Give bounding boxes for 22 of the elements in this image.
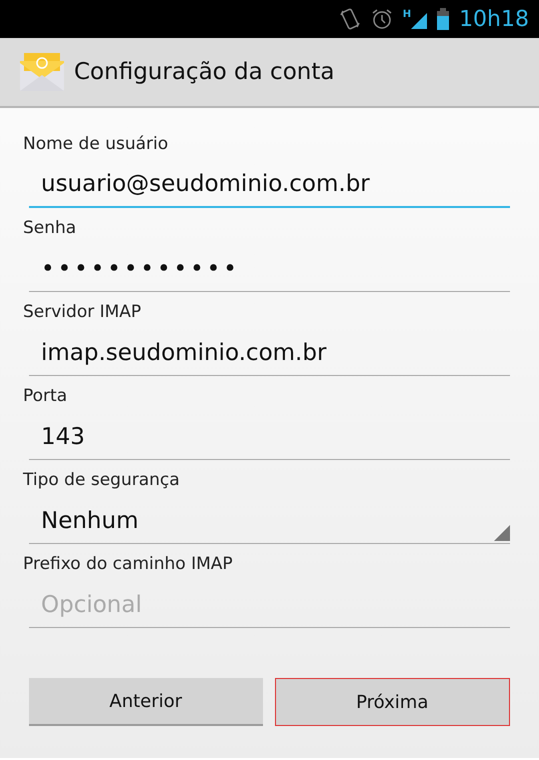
input-field[interactable]: usuario@seudominio.com.br bbox=[29, 162, 510, 208]
field-label: Senha bbox=[23, 218, 78, 240]
field-label: Servidor IMAP bbox=[23, 302, 142, 324]
vibrate-icon bbox=[338, 7, 361, 31]
input-field[interactable]: •••••••••••• bbox=[29, 246, 510, 292]
dropdown[interactable]: Nenhum bbox=[29, 498, 510, 544]
placeholder-text: Opcional bbox=[41, 592, 142, 618]
dropdown-corner-icon bbox=[494, 525, 510, 541]
field-label: Nome de usuário bbox=[23, 134, 170, 156]
alarm-clock-icon bbox=[370, 8, 393, 30]
field-label: Tipo de segurança bbox=[23, 470, 181, 492]
clock-time: 10h18 bbox=[459, 6, 529, 32]
input-field[interactable]: imap.seudominio.com.br bbox=[29, 330, 510, 376]
back-button[interactable]: Anterior bbox=[29, 678, 262, 726]
input-field[interactable]: 143 bbox=[29, 414, 510, 460]
network-type: H bbox=[402, 9, 412, 20]
field-label: Prefixo do caminho IMAP bbox=[23, 554, 234, 576]
screen-title: Configuração da conta bbox=[74, 59, 334, 85]
next-button[interactable]: Próxima bbox=[274, 678, 510, 726]
field-label: Porta bbox=[23, 386, 68, 408]
battery-icon bbox=[437, 8, 450, 30]
email-envelope-icon bbox=[20, 53, 64, 91]
